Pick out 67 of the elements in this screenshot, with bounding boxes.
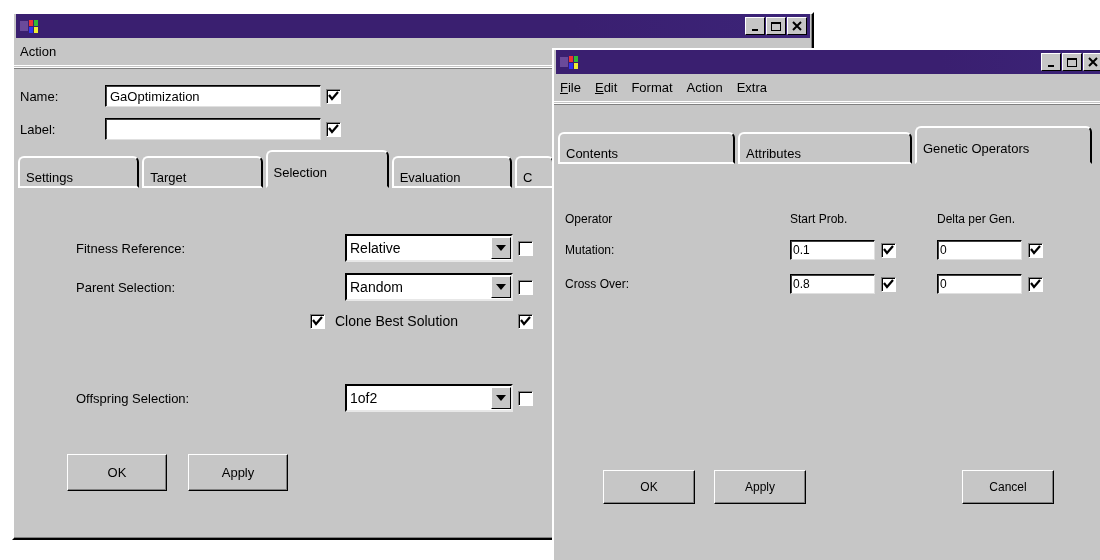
menu-item[interactable]: Action [686, 80, 723, 95]
app-icon [19, 18, 41, 34]
menu-item[interactable]: Action [20, 44, 57, 59]
checkbox[interactable] [310, 313, 325, 329]
tab[interactable]: Settings [18, 156, 140, 188]
text-field[interactable]: 0 [937, 274, 1022, 294]
setting-label: Parent Selection: [76, 279, 176, 295]
text-field[interactable]: 0.8 [790, 274, 875, 294]
maximize-icon [1066, 57, 1078, 67]
caret-icon [496, 284, 506, 290]
field-label: Label: [20, 121, 57, 137]
caret-icon [496, 395, 506, 401]
tab[interactable]: C [515, 156, 554, 188]
maximize-button[interactable] [1062, 53, 1082, 71]
checkbox-label: Clone Best Solution [335, 313, 458, 329]
checkbox[interactable] [518, 390, 533, 406]
dropdown[interactable]: 1of2 [345, 384, 513, 412]
button[interactable]: OK [67, 454, 167, 491]
checkbox[interactable] [326, 88, 341, 104]
dropdown[interactable]: Random [345, 273, 513, 301]
dropdown[interactable]: Relative [345, 234, 513, 262]
column-header: Operator [565, 212, 614, 226]
setting-label: Offspring Selection: [76, 390, 191, 406]
checkbox[interactable] [518, 313, 533, 329]
button[interactable]: Cancel [962, 470, 1054, 504]
tab[interactable]: Evaluation [391, 156, 512, 188]
menu-item[interactable]: File [560, 80, 581, 95]
tab[interactable]: Target [142, 156, 263, 188]
button[interactable]: Apply [714, 470, 806, 504]
checkbox[interactable] [1028, 276, 1043, 292]
checkbox[interactable] [326, 121, 341, 137]
close-button[interactable] [1083, 53, 1100, 71]
tab[interactable]: Attributes [738, 132, 912, 164]
caret-icon [496, 245, 506, 251]
text-field[interactable]: GaOptimization [105, 85, 321, 107]
minimize-icon [1048, 64, 1054, 67]
minimize-button[interactable] [1041, 53, 1061, 71]
close-icon [791, 21, 803, 31]
field-label: Name: [20, 88, 60, 104]
checkbox[interactable] [881, 242, 896, 258]
row-label: Cross Over: [565, 277, 630, 291]
column-header: Start Prob. [790, 212, 849, 226]
checkbox[interactable] [881, 276, 896, 292]
app-icon [559, 54, 581, 70]
button[interactable]: OK [603, 470, 695, 504]
menu-item[interactable]: Extra [736, 80, 768, 95]
menu-item[interactable]: Edit [594, 80, 618, 95]
checkbox[interactable] [518, 279, 533, 295]
tab[interactable]: Contents [558, 132, 735, 164]
text-field[interactable]: 0.1 [790, 240, 875, 260]
text-field[interactable] [105, 118, 321, 140]
maximize-button[interactable] [766, 17, 786, 35]
maximize-icon [770, 21, 782, 31]
minimize-icon [752, 28, 758, 31]
tab[interactable]: Genetic Operators [915, 126, 1092, 164]
column-header: Delta per Gen. [937, 212, 1017, 226]
menu-item[interactable]: Format [631, 80, 673, 95]
setting-label: Fitness Reference: [76, 240, 187, 256]
close-button[interactable] [787, 17, 807, 35]
tab[interactable]: Selection [265, 150, 389, 188]
close-icon [1087, 57, 1099, 67]
text-field[interactable]: 0 [937, 240, 1022, 260]
minimize-button[interactable] [745, 17, 765, 35]
checkbox[interactable] [1028, 242, 1043, 258]
row-label: Mutation: [565, 243, 616, 257]
button[interactable]: Apply [188, 454, 288, 491]
checkbox[interactable] [518, 240, 533, 256]
